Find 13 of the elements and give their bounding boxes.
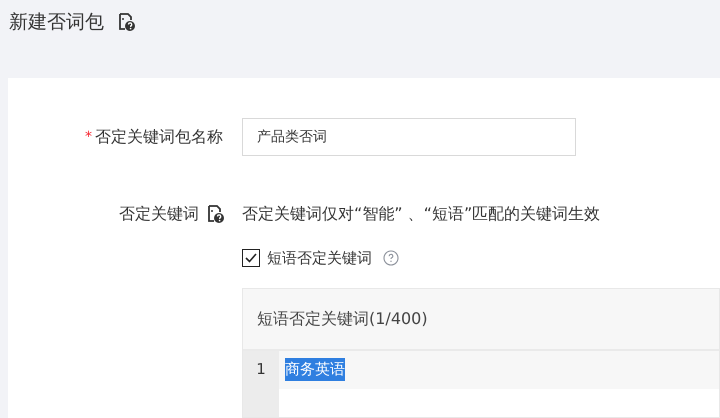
page-title: 新建否词包 [9,10,104,35]
checkbox[interactable] [242,249,260,268]
field-note: 否定关键词仅对“智能” 、“短语”匹配的关键词生效 [242,203,600,225]
help-icon[interactable] [116,12,136,32]
checkbox-label: 短语否定关键词 [267,248,372,269]
check-icon [244,251,258,266]
editor-title: 短语否定关键词(1/400) [257,308,428,330]
name-input-field[interactable]: 产品类否词 [242,118,576,156]
help-icon[interactable] [205,204,225,224]
required-mark: * [85,128,92,146]
field-label: 否定关键词包名称 [95,126,223,148]
line-number: 1 [256,359,266,380]
field-label: 否定关键词 [119,203,199,225]
